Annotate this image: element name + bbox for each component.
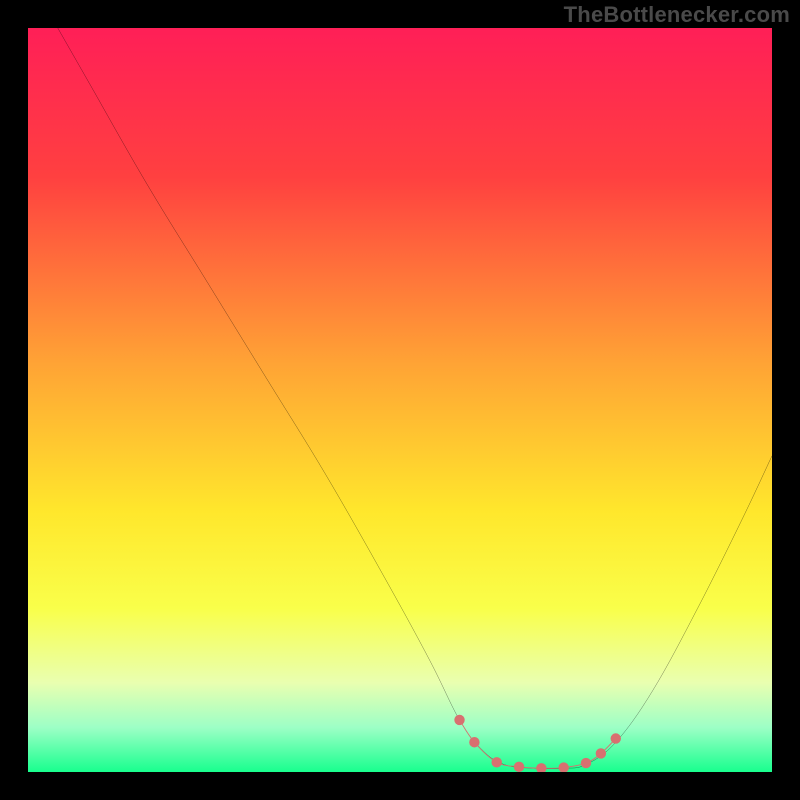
plot-area xyxy=(28,28,772,772)
marker-dot xyxy=(596,748,606,758)
marker-dot xyxy=(611,733,621,743)
marker-dot xyxy=(469,737,479,747)
optimal-range-markers xyxy=(454,715,621,772)
marker-dot xyxy=(492,757,502,767)
marker-dot xyxy=(581,758,591,768)
bottleneck-curve xyxy=(58,28,772,769)
marker-dot xyxy=(536,763,546,772)
chart-frame: TheBottlenecker.com xyxy=(0,0,800,800)
curve-layer xyxy=(28,28,772,772)
watermark-text: TheBottlenecker.com xyxy=(564,2,790,28)
optimal-range-stroke xyxy=(460,720,616,768)
marker-dot xyxy=(454,715,464,725)
marker-dot xyxy=(558,762,568,772)
marker-dot xyxy=(514,762,524,772)
